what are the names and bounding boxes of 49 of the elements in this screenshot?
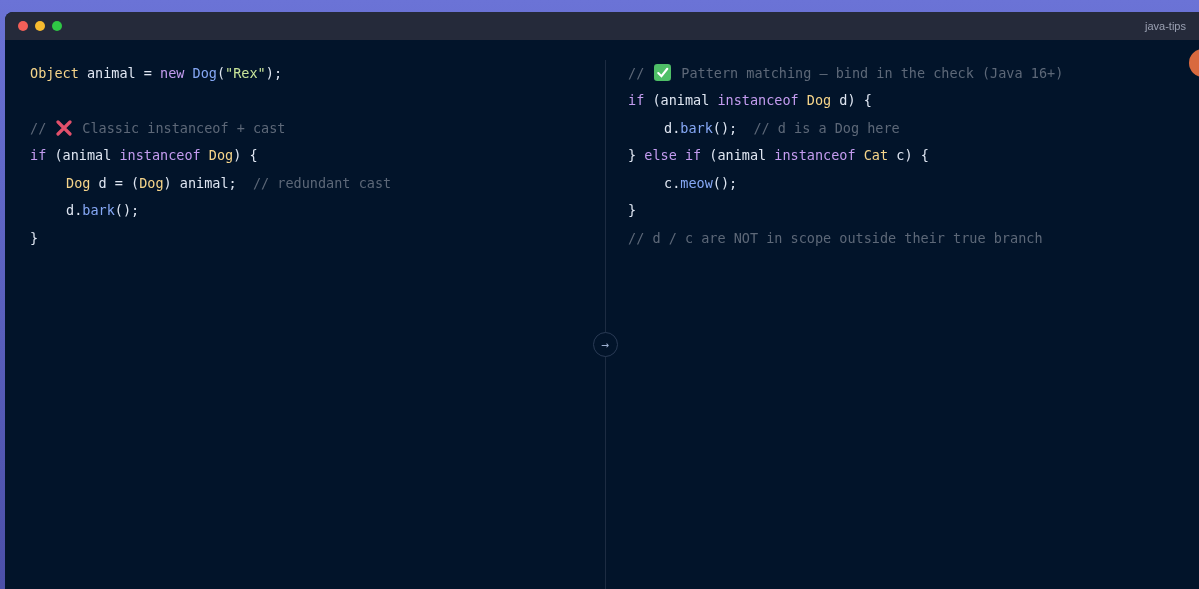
code-text: (animal bbox=[651, 91, 711, 111]
arrow-button[interactable]: → bbox=[593, 332, 618, 357]
method-token: bark bbox=[680, 118, 713, 138]
type-token: Object bbox=[30, 63, 79, 83]
type-token: Dog bbox=[208, 146, 234, 166]
string-token: "Rex" bbox=[225, 63, 266, 83]
keyword-token: instanceof bbox=[119, 146, 202, 166]
code-text: } bbox=[30, 228, 39, 248]
type-token: Dog bbox=[806, 91, 832, 111]
code-text: } bbox=[628, 146, 638, 166]
code-text: d = ( bbox=[97, 173, 140, 193]
code-text: (animal bbox=[53, 146, 113, 166]
method-token: bark bbox=[82, 201, 115, 221]
code-text: ); bbox=[265, 63, 282, 83]
code-comment: // redundant cast bbox=[252, 173, 392, 193]
code-comment: // bbox=[30, 118, 47, 138]
code-text: c) { bbox=[895, 146, 929, 166]
keyword-token: else if bbox=[644, 146, 702, 166]
code-text: (); bbox=[114, 201, 140, 221]
code-text: animal = bbox=[85, 63, 153, 83]
code-text: c. bbox=[664, 173, 681, 193]
keyword-token: new bbox=[160, 63, 186, 83]
type-token: Dog bbox=[139, 173, 164, 193]
code-text: (); bbox=[712, 118, 739, 138]
code-text: d. bbox=[664, 118, 681, 138]
type-token: Dog bbox=[66, 173, 91, 193]
code-text: (animal bbox=[708, 146, 768, 166]
code-text: d) { bbox=[838, 91, 872, 111]
method-token: meow bbox=[680, 173, 713, 193]
code-text: (); bbox=[712, 173, 738, 193]
keyword-token: if bbox=[628, 91, 645, 111]
code-comment: Classic instanceof + cast bbox=[82, 118, 286, 138]
code-text: ) { bbox=[233, 146, 258, 166]
code-comment: // bbox=[628, 63, 645, 83]
code-comment: // d is a Dog here bbox=[753, 118, 900, 138]
code-text: ) animal; bbox=[163, 173, 238, 193]
keyword-token: if bbox=[30, 146, 47, 166]
code-comment: // d / c are NOT in scope outside their true branch bbox=[628, 228, 1043, 248]
code-comment: Pattern matching — bind in the check (Java 16+) bbox=[681, 63, 1064, 83]
code-text: } bbox=[628, 201, 637, 221]
checkmark-icon bbox=[654, 64, 672, 82]
keyword-token: instanceof bbox=[717, 91, 800, 111]
code-text: d. bbox=[66, 201, 83, 221]
cross-icon bbox=[56, 119, 73, 136]
method-token: Dog bbox=[192, 63, 217, 83]
code-text: ( bbox=[216, 63, 226, 83]
type-token: Cat bbox=[863, 146, 889, 166]
window-title: java-tips bbox=[1145, 18, 1186, 34]
keyword-token: instanceof bbox=[774, 146, 857, 166]
